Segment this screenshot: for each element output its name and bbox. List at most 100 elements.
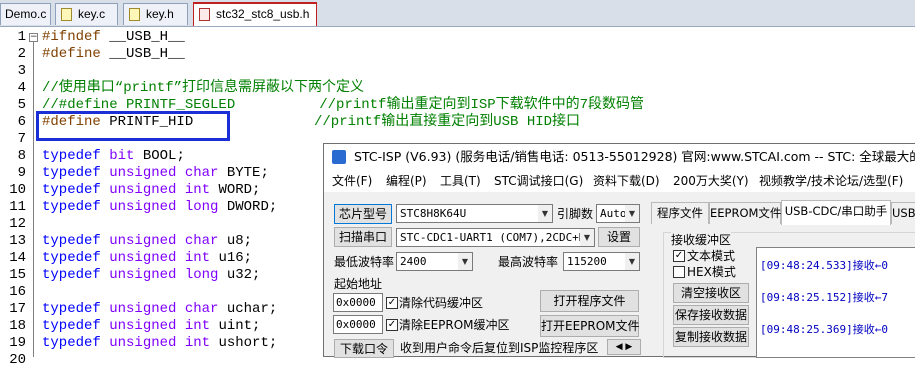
chevron-down-icon: ▼ — [625, 205, 639, 222]
download-hint: 收到用户命令后复位到ISP监控程序区 — [400, 341, 599, 355]
download-password-tab[interactable]: 下载口令 — [334, 339, 394, 358]
code-line: typedef unsigned int u16; — [42, 250, 253, 266]
code-line: typedef bit BOOL; — [42, 148, 185, 164]
code-comment: //printf输出直接重定向到USB HID接口 — [314, 114, 581, 130]
text-mode-label: 文本模式 — [687, 249, 736, 263]
line-number: 1 — [17, 29, 26, 45]
clear-receive-button[interactable]: 清空接收区 — [673, 283, 749, 303]
min-baud-label: 最低波特率 — [334, 255, 395, 269]
received-line: [09:48:24.533]接收←0 — [760, 259, 888, 272]
pin-count-label: 引脚数 — [557, 207, 594, 221]
menu-debug[interactable]: STC调试接口(G) — [494, 170, 583, 192]
tab-stc32-stc8-usb-h[interactable]: stc32_stc8_usb.h — [193, 2, 317, 26]
tab-label: key.h — [146, 7, 174, 21]
line-number: 13 — [9, 233, 26, 249]
isp-title: STC-ISP (V6.93) (服务电话/销售电话: 0513-5501292… — [354, 149, 915, 164]
code-line: typedef unsigned char u8; — [42, 233, 253, 249]
code-comment: //使用串口“printf”打印信息需屏蔽以下两个定义 — [42, 80, 365, 96]
clear-eeprom-label: 清除EEPROM缓冲区 — [399, 318, 510, 332]
eeprom-address-input[interactable]: 0x0000 — [333, 315, 383, 334]
save-receive-button[interactable]: 保存接收数据 — [673, 305, 749, 325]
receive-data-area[interactable]: [09:48:24.533]接收←0 [09:48:25.152]接收←7 [0… — [756, 247, 915, 358]
menu-video[interactable]: 视频教学/技术论坛/选型(F) — [759, 170, 903, 192]
scan-port-button[interactable]: 扫描串口 — [334, 227, 392, 247]
menu-download[interactable]: 资料下载(D) — [593, 170, 660, 192]
receive-buffer-label: 接收缓冲区 — [671, 232, 732, 248]
app-icon — [332, 150, 346, 164]
file-icon — [199, 8, 210, 21]
tab-eeprom-file[interactable]: EEPROM文件 — [709, 202, 781, 224]
chevron-down-icon: ▼ — [580, 229, 594, 246]
line-number-gutter: 1 2 3 4 5 6 7 8 9 10 11 12 13 14 15 16 1… — [0, 27, 26, 368]
tab-usb-more[interactable]: USB- — [891, 202, 915, 224]
isp-title-bar: STC-ISP (V6.93) (服务电话/销售电话: 0513-5501292… — [324, 144, 915, 170]
chevron-down-icon: ▼ — [538, 205, 552, 222]
chevron-down-icon: ▼ — [625, 253, 639, 270]
mcu-type-button[interactable]: 芯片型号 — [334, 204, 392, 224]
line-number: 3 — [17, 63, 26, 79]
line-number: 20 — [9, 352, 26, 368]
start-address-input[interactable]: 0x0000 — [333, 293, 383, 312]
line-number: 5 — [17, 97, 26, 113]
text-mode-checkbox[interactable]: ✓ — [673, 250, 685, 262]
open-program-file-button[interactable]: 打开程序文件 — [540, 290, 639, 312]
line-number: 2 — [17, 46, 26, 62]
tab-program-file[interactable]: 程序文件 — [651, 202, 709, 224]
min-baud-select[interactable]: 2400 ▼ — [396, 252, 473, 271]
stc-isp-window: STC-ISP (V6.93) (服务电话/销售电话: 0513-5501292… — [323, 143, 915, 358]
clear-eeprom-checkbox[interactable]: ✓ — [386, 319, 398, 331]
editor-tab-bar: Demo.c key.c key.h stc32_stc8_usb.h — [0, 0, 915, 27]
copy-receive-button[interactable]: 复制接收数据 — [673, 327, 749, 347]
tab-key-c[interactable]: key.c — [55, 3, 118, 25]
port-select[interactable]: STC-CDC1-UART1 (COM7),2CDC+HID ▼ — [396, 228, 595, 247]
tab-label: stc32_stc8_usb.h — [216, 7, 310, 21]
menu-award[interactable]: 200万大奖(Y) — [673, 170, 749, 192]
mcu-select[interactable]: STC8H8K64U ▼ — [396, 204, 553, 223]
code-line: typedef unsigned int ushort; — [42, 335, 278, 351]
menu-file[interactable]: 文件(F) — [332, 170, 372, 192]
code-line: typedef unsigned int uint; — [42, 318, 261, 334]
tab-demo-c[interactable]: Demo.c — [0, 3, 51, 25]
received-line: [09:48:25.152]接收←7 — [760, 291, 888, 304]
line-number: 8 — [17, 148, 26, 164]
hex-mode-checkbox[interactable] — [673, 266, 685, 278]
code-line: #define __USB_H__ — [42, 46, 185, 62]
tab-key-h[interactable]: key.h — [123, 3, 188, 25]
line-number: 19 — [9, 335, 26, 351]
file-icon — [129, 8, 140, 21]
line-number: 16 — [9, 284, 26, 300]
menu-program[interactable]: 编程(P) — [386, 170, 427, 192]
tab-label: Demo.c — [5, 7, 47, 21]
fold-toggle-icon[interactable]: − — [29, 33, 38, 42]
line-number: 10 — [9, 182, 26, 198]
line-number: 15 — [9, 267, 26, 283]
line-number: 12 — [9, 216, 26, 232]
clear-code-checkbox[interactable]: ✓ — [386, 297, 398, 309]
line-number: 17 — [9, 301, 26, 317]
tab-usb-cdc-serial[interactable]: USB-CDC/串口助手 — [781, 200, 891, 225]
isp-menu-bar: 文件(F) 编程(P) 工具(T) STC调试接口(G) 资料下载(D) 200… — [324, 170, 915, 192]
file-icon — [61, 8, 72, 21]
line-number: 9 — [17, 165, 26, 181]
line-number: 11 — [9, 199, 26, 215]
settings-button[interactable]: 设置 — [598, 227, 640, 247]
fold-line — [33, 42, 34, 357]
line-number: 14 — [9, 250, 26, 266]
code-line: typedef unsigned char BYTE; — [42, 165, 269, 181]
max-baud-label: 最高波特率 — [498, 255, 559, 269]
line-number: 18 — [9, 318, 26, 334]
code-line: typedef unsigned int WORD; — [42, 182, 261, 198]
tab-label: key.c — [78, 7, 106, 21]
highlight-box — [36, 111, 230, 141]
open-eeprom-file-button[interactable]: 打开EEPROM文件 — [540, 315, 640, 337]
received-line: [09:48:25.369]接收←0 — [760, 323, 888, 336]
clear-code-label: 清除代码缓冲区 — [399, 296, 484, 310]
max-baud-select[interactable]: 115200 ▼ — [563, 252, 640, 271]
menu-tools[interactable]: 工具(T) — [440, 170, 481, 192]
start-address-label: 起始地址 — [334, 277, 383, 291]
line-number: 4 — [17, 80, 26, 96]
pin-count-select[interactable]: Auto ▼ — [596, 204, 640, 223]
tab-scroll-arrows[interactable]: ◀ ▶ — [607, 339, 641, 355]
code-line: typedef unsigned long DWORD; — [42, 199, 278, 215]
chevron-down-icon: ▼ — [458, 253, 472, 270]
